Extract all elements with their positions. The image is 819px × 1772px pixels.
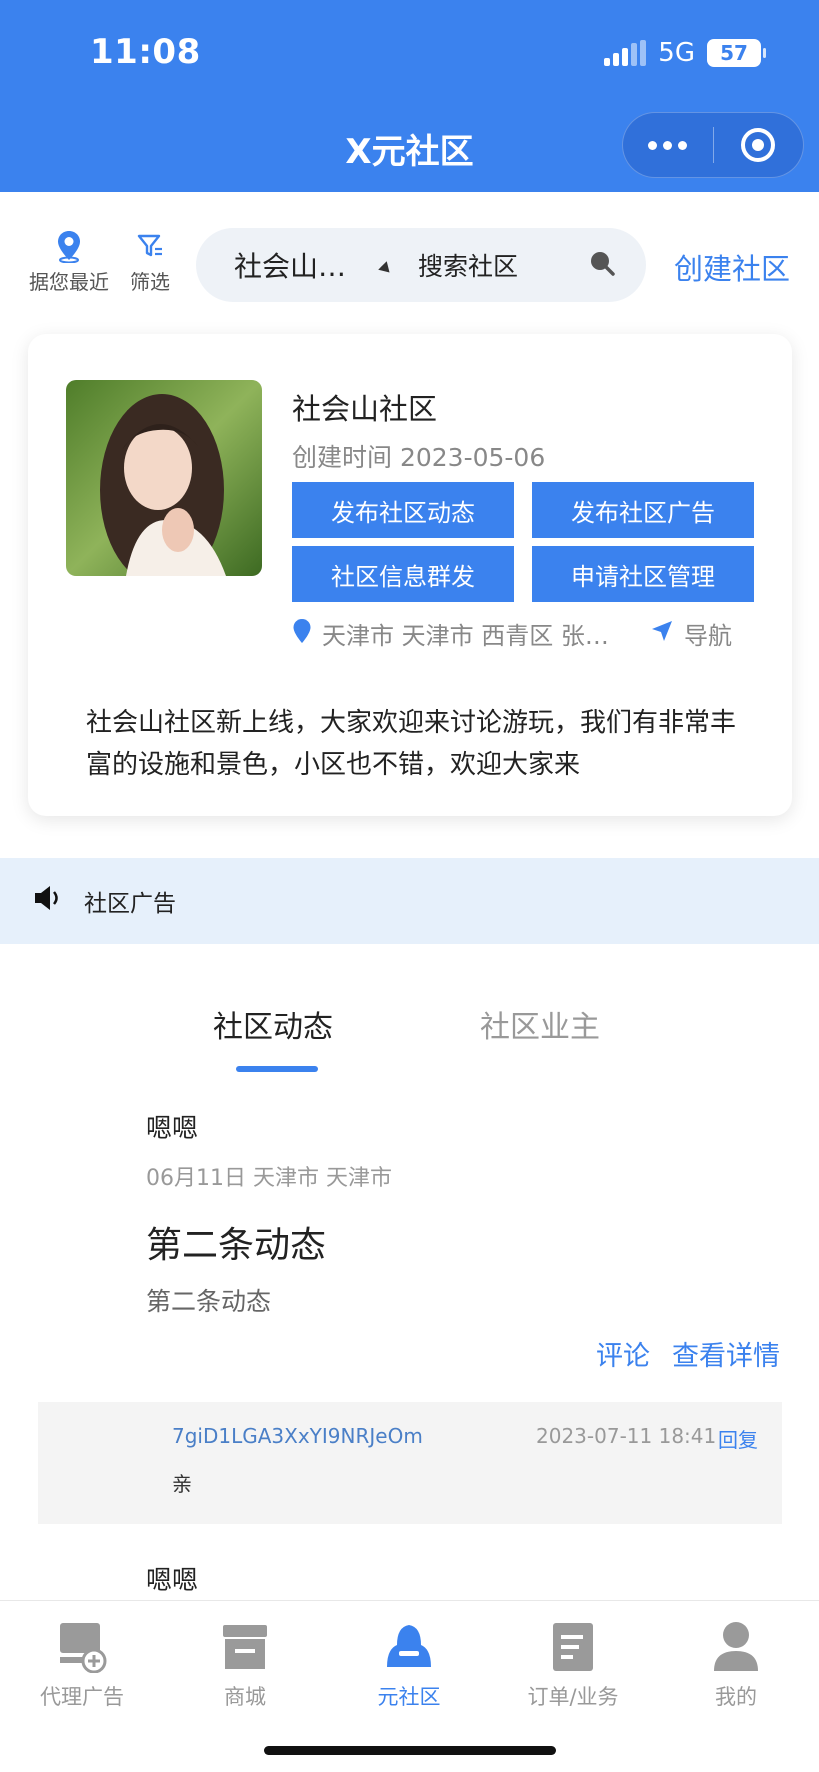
dropdown-triangle-icon: [378, 261, 394, 277]
speaker-icon: [32, 883, 62, 919]
community-name: 社会山社区: [292, 392, 438, 426]
nearest-label: 据您最近: [29, 270, 109, 294]
close-target-icon[interactable]: [714, 128, 804, 162]
nav-shop[interactable]: 商城: [165, 1613, 325, 1711]
top-header: 11:08 5G 57 X元社区: [0, 0, 819, 192]
signal-icon: [604, 40, 647, 66]
comment-link[interactable]: 评论: [596, 1334, 650, 1373]
battery-icon: 57: [707, 39, 766, 67]
community-ad-bar[interactable]: 社区广告: [0, 858, 819, 944]
community-created-date: 创建时间 2023-05-06: [292, 443, 546, 472]
nearest-button[interactable]: 据您最近: [24, 226, 114, 295]
view-detail-link[interactable]: 查看详情: [672, 1334, 780, 1373]
comment-time: 2023-07-11 18:41: [536, 1424, 717, 1448]
nav-label: 元社区: [377, 1685, 441, 1709]
filter-button[interactable]: 筛选: [120, 226, 180, 295]
nav-community[interactable]: 元社区: [329, 1613, 489, 1711]
navigation-arrow-icon: [650, 619, 674, 649]
status-indicators: 5G 57: [604, 38, 766, 68]
ad-agent-icon: [2, 1613, 162, 1673]
location-selector[interactable]: 社会山…: [234, 245, 374, 285]
post-author: 嗯嗯: [146, 1566, 199, 1596]
nav-label: 商城: [224, 1685, 266, 1709]
community-avatar: [66, 380, 262, 576]
community-address: 天津市 天津市 西青区 张…: [292, 616, 642, 651]
address-text: 天津市 天津市 西青区 张…: [322, 622, 609, 650]
search-icon[interactable]: [588, 249, 616, 281]
home-indicator[interactable]: [264, 1746, 556, 1755]
apply-admin-button[interactable]: 申请社区管理: [532, 546, 754, 602]
tab-community-posts[interactable]: 社区动态: [213, 1002, 333, 1046]
navigate-label: 导航: [684, 622, 732, 650]
status-time: 11:08: [90, 32, 201, 72]
nav-profile[interactable]: 我的: [656, 1613, 816, 1711]
shop-icon: [165, 1613, 325, 1673]
post-title[interactable]: 第二条动态: [146, 1216, 326, 1268]
comment-user[interactable]: 7giD1LGA3XxYI9NRJeOm: [172, 1424, 423, 1448]
post-body: 第二条动态: [146, 1287, 272, 1316]
more-menu-icon[interactable]: [623, 140, 713, 150]
broadcast-message-button[interactable]: 社区信息群发: [292, 546, 514, 602]
nav-ad-agent[interactable]: 代理广告: [2, 1613, 162, 1711]
community-icon: [329, 1613, 489, 1673]
search-input[interactable]: 搜索社区: [418, 247, 588, 283]
tab-bar: 社区动态 社区业主: [0, 972, 819, 1072]
tab-community-owners[interactable]: 社区业主: [480, 1002, 600, 1046]
filter-icon: [120, 226, 180, 266]
nav-label: 我的: [715, 1685, 757, 1709]
post-meta: 06月11日 天津市 天津市: [146, 1166, 392, 1191]
nav-label: 代理广告: [40, 1685, 124, 1709]
filter-label: 筛选: [130, 270, 170, 294]
order-icon: [493, 1613, 653, 1673]
active-tab-indicator: [236, 1066, 318, 1072]
search-bar[interactable]: 社会山… 搜索社区: [196, 228, 646, 302]
navigate-button[interactable]: 导航: [650, 616, 732, 651]
publish-post-button[interactable]: 发布社区动态: [292, 482, 514, 538]
community-card: 社会山社区 创建时间 2023-05-06 发布社区动态 发布社区广告 社区信息…: [28, 334, 792, 816]
nav-orders[interactable]: 订单/业务: [493, 1613, 653, 1711]
create-community-link[interactable]: 创建社区: [674, 246, 790, 288]
location-pin-icon: [24, 226, 114, 266]
community-description: 社会山社区新上线，大家欢迎来讨论游玩，我们有非常丰富的设施和景色，小区也不错，欢…: [86, 708, 737, 780]
nav-label: 订单/业务: [527, 1685, 619, 1709]
comment-text: 亲: [172, 1472, 192, 1496]
profile-icon: [656, 1613, 816, 1673]
comment-box: 7giD1LGA3XxYI9NRJeOm 2023-07-11 18:41 回复…: [38, 1402, 782, 1524]
publish-ad-button[interactable]: 发布社区广告: [532, 482, 754, 538]
mini-program-capsule: [622, 112, 804, 178]
network-type: 5G: [658, 38, 695, 68]
post-author: 嗯嗯: [146, 1114, 199, 1144]
ad-label: 社区广告: [84, 891, 176, 917]
map-pin-icon: [292, 618, 312, 650]
reply-link[interactable]: 回复: [718, 1424, 758, 1453]
